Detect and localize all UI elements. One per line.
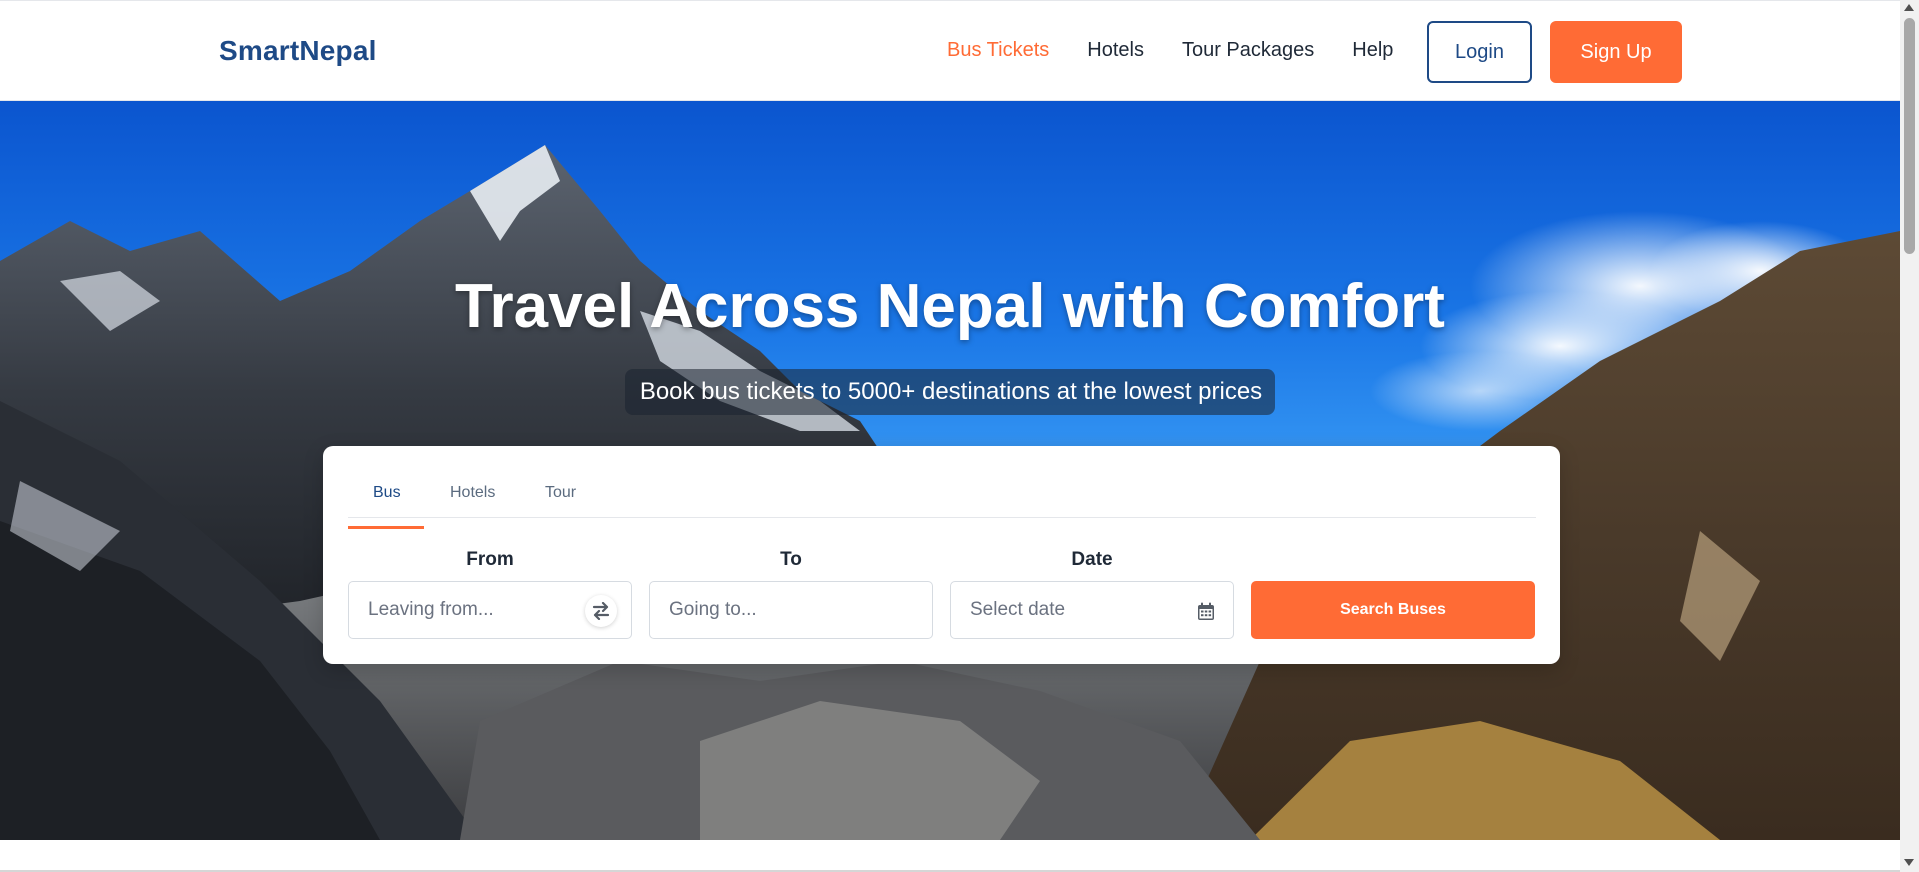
from-label: From [466, 549, 514, 570]
active-tab-indicator [348, 526, 424, 529]
nav-link-hotels[interactable]: Hotels [1087, 39, 1144, 62]
nav-link-bus-tickets[interactable]: Bus Tickets [947, 39, 1049, 62]
to-input[interactable] [650, 582, 932, 638]
swap-arrows-icon[interactable] [585, 595, 617, 627]
page-scrollbar[interactable] [1900, 0, 1919, 872]
top-navbar: SmartNepal Bus Tickets Hotels Tour Packa… [0, 0, 1900, 101]
date-label: Date [1071, 549, 1113, 570]
login-button[interactable]: Login [1427, 21, 1532, 83]
tab-hotels[interactable]: Hotels [450, 484, 495, 502]
date-input[interactable] [951, 582, 1233, 638]
tab-bus[interactable]: Bus [373, 484, 401, 502]
search-buses-button[interactable]: Search Buses [1251, 581, 1535, 639]
calendar-icon[interactable] [1197, 602, 1215, 621]
search-tabs: Bus Hotels Tour [348, 446, 1536, 529]
from-field-wrapper [348, 581, 632, 639]
date-field-wrapper [950, 581, 1234, 639]
nav-link-tour-packages[interactable]: Tour Packages [1182, 39, 1314, 62]
search-card: Bus Hotels Tour From To Date [323, 446, 1560, 664]
scroll-down-arrow-icon[interactable] [1904, 859, 1914, 866]
hero-subtitle: Book bus tickets to 5000+ destinations a… [624, 369, 1276, 415]
nav-link-help[interactable]: Help [1352, 39, 1393, 62]
brand-logo[interactable]: SmartNepal [219, 35, 377, 67]
scrollbar-thumb[interactable] [1904, 18, 1915, 254]
main-nav: Bus Tickets Hotels Tour Packages Help [947, 39, 1431, 62]
tab-tour[interactable]: Tour [545, 484, 576, 502]
signup-button[interactable]: Sign Up [1550, 21, 1682, 83]
to-label: To [780, 549, 802, 570]
to-field-wrapper [649, 581, 933, 639]
scroll-up-arrow-icon[interactable] [1904, 4, 1914, 11]
hero-title: Travel Across Nepal with Comfort [455, 272, 1445, 341]
page-below-fold [0, 840, 1900, 872]
